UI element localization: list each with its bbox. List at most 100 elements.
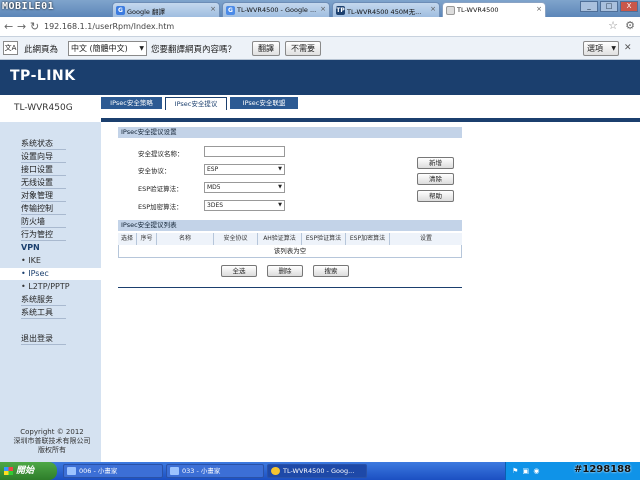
sidebar-item-objects[interactable]: 对象管理 — [21, 190, 66, 202]
close-icon[interactable]: × — [536, 5, 542, 13]
language-select[interactable]: 中文 (簡體中文) ▼ — [68, 41, 147, 56]
chevron-down-icon: ▼ — [278, 184, 282, 190]
translate-question: 您要翻譯網頁內容嗎？ — [151, 45, 237, 55]
sidebar-item-behavior[interactable]: 行为管控 — [21, 229, 66, 241]
taskbar-item-paint-1[interactable]: 006 - 小畫家 — [63, 464, 163, 478]
tab-google-translate[interactable]: G Google 翻譯 × — [112, 2, 220, 17]
browser-tab-strip: MOBILE01 G Google 翻譯 × G TL-WVR4500 - Go… — [0, 0, 640, 17]
search-button[interactable]: 搜索 — [313, 265, 349, 277]
forward-icon[interactable]: → — [17, 20, 26, 33]
protocol-label: 安全协议： — [138, 167, 171, 175]
task-label: 006 - 小畫家 — [79, 467, 118, 475]
close-icon[interactable]: ✕ — [624, 43, 632, 53]
tab-label: TL-WVR4500 450M无... — [347, 8, 422, 16]
tab-router-admin[interactable]: TL-WVR4500 × — [442, 2, 546, 17]
column-index: 序号 — [137, 233, 157, 245]
empty-list-message: 该列表为空 — [118, 245, 462, 258]
sidebar-item-interface[interactable]: 接口设置 — [21, 164, 66, 176]
watermark: #1298188 — [574, 464, 632, 475]
column-esp-auth: ESP验证算法 — [302, 233, 346, 245]
divider — [118, 287, 462, 288]
protocol-value: ESP — [207, 166, 219, 173]
wrench-icon[interactable]: ⚙ — [625, 19, 635, 32]
column-name: 名称 — [157, 233, 214, 245]
task-label: TL-WVR4500 - Goog... — [283, 467, 355, 475]
google-icon: G — [226, 6, 235, 15]
sidebar-item-vpn[interactable]: VPN — [21, 242, 66, 254]
sidebar-item-wireless[interactable]: 无线设置 — [21, 177, 66, 189]
window-controls: _ □ X — [580, 1, 638, 12]
select-all-button[interactable]: 全选 — [221, 265, 257, 277]
tab-ipsec-sa[interactable]: IPsec安全联盟 — [230, 97, 298, 109]
paint-icon — [67, 467, 76, 475]
chevron-down-icon: ▼ — [139, 45, 144, 52]
sidebar-item-l2tp[interactable]: • L2TP/PPTP — [21, 281, 81, 293]
close-window-button[interactable]: X — [620, 1, 638, 12]
clear-button[interactable]: 清除 — [417, 173, 454, 185]
copyright-line: Copyright © 2012 — [20, 428, 84, 436]
auth-algorithm-value: MD5 — [207, 184, 221, 191]
minimize-button[interactable]: _ — [580, 1, 598, 12]
encryption-algorithm-value: 3DES — [207, 202, 224, 209]
chevron-down-icon: ▼ — [611, 45, 616, 52]
reload-icon[interactable]: ↻ — [30, 20, 39, 33]
main-content — [101, 122, 640, 462]
sidebar-item-ipsec[interactable]: • IPsec — [0, 268, 101, 280]
language-value: 中文 (簡體中文) — [71, 44, 128, 53]
options-label: 選項 — [587, 44, 603, 53]
chevron-down-icon: ▼ — [278, 202, 282, 208]
maximize-button[interactable]: □ — [600, 1, 618, 12]
router-model: TL-WVR450G — [0, 95, 101, 122]
sidebar-item-transfer[interactable]: 传输控制 — [21, 203, 66, 215]
encryption-algorithm-select[interactable]: 3DES ▼ — [204, 200, 285, 211]
tab-ipsec-proposal[interactable]: IPsec安全提议 — [165, 97, 227, 110]
taskbar-item-paint-2[interactable]: 033 - 小畫家 — [166, 464, 264, 478]
protocol-select[interactable]: ESP ▼ — [204, 164, 285, 175]
add-button[interactable]: 新增 — [417, 157, 454, 169]
taskbar-item-chrome[interactable]: TL-WVR4500 - Goog... — [267, 464, 367, 478]
sidebar-item-setup-wizard[interactable]: 设置向导 — [21, 151, 66, 163]
sidebar-item-tools[interactable]: 系统工具 — [21, 307, 66, 319]
close-icon[interactable]: × — [320, 5, 326, 13]
bookmark-star-icon[interactable]: ☆ — [608, 19, 618, 32]
url-input[interactable]: 192.168.1.1/userRpm/Index.htm — [44, 19, 604, 34]
sidebar-item-system-status[interactable]: 系统状态 — [21, 138, 66, 150]
delete-button[interactable]: 删除 — [267, 265, 303, 277]
sidebar-item-firewall[interactable]: 防火墙 — [21, 216, 66, 228]
copyright: Copyright © 2012 深圳市普联技术有限公司 版权所有 — [3, 428, 101, 455]
translate-prefix: 此網頁為 — [24, 45, 59, 55]
sidebar-item-logout[interactable]: 退出登录 — [21, 333, 66, 345]
chevron-down-icon: ▼ — [278, 166, 282, 172]
back-icon[interactable]: ← — [4, 20, 13, 33]
mobile01-logo: MOBILE01 — [2, 1, 55, 12]
address-bar: ← → ↻ 192.168.1.1/userRpm/Index.htm ☆ ⚙ — [0, 17, 640, 37]
copyright-rights: 版权所有 — [38, 446, 66, 454]
encryption-algorithm-label: ESP加密算法： — [138, 203, 183, 211]
sidebar-item-services[interactable]: 系统服务 — [21, 294, 66, 306]
column-select: 选择 — [118, 233, 137, 245]
proposal-name-label: 安全提议名称： — [138, 150, 184, 158]
auth-algorithm-select[interactable]: MD5 ▼ — [204, 182, 285, 193]
no-thanks-button[interactable]: 不需要 — [285, 41, 321, 56]
options-button[interactable]: 選項 ▼ — [583, 41, 619, 56]
column-settings: 设置 — [390, 233, 462, 245]
close-icon[interactable]: × — [430, 5, 436, 13]
tab-ipsec-policy[interactable]: IPsec安全策略 — [101, 97, 162, 109]
tab-label: TL-WVR4500 — [457, 6, 499, 14]
task-label: 033 - 小畫家 — [182, 467, 221, 475]
tab-google-search[interactable]: G TL-WVR4500 - Google ... × — [222, 2, 330, 17]
tab-tplink-product[interactable]: TP TL-WVR4500 450M无... × — [332, 2, 440, 17]
start-button[interactable]: 開始 — [0, 462, 57, 480]
router-tab-row: IPsec安全策略 IPsec安全提议 IPsec安全联盟 — [101, 95, 640, 122]
close-icon[interactable]: × — [210, 5, 216, 13]
tplink-icon: TP — [336, 6, 345, 15]
column-protocol: 安全协议 — [214, 233, 258, 245]
proposal-name-input[interactable] — [204, 146, 285, 157]
translate-button[interactable]: 翻譯 — [252, 41, 280, 56]
tplink-logo: TP-LINK — [10, 68, 76, 84]
help-button[interactable]: 帮助 — [417, 190, 454, 202]
sidebar-item-ike[interactable]: • IKE — [21, 255, 66, 267]
chrome-icon — [271, 467, 280, 475]
page-icon — [446, 6, 455, 15]
column-esp-encryption: ESP加密算法 — [346, 233, 390, 245]
